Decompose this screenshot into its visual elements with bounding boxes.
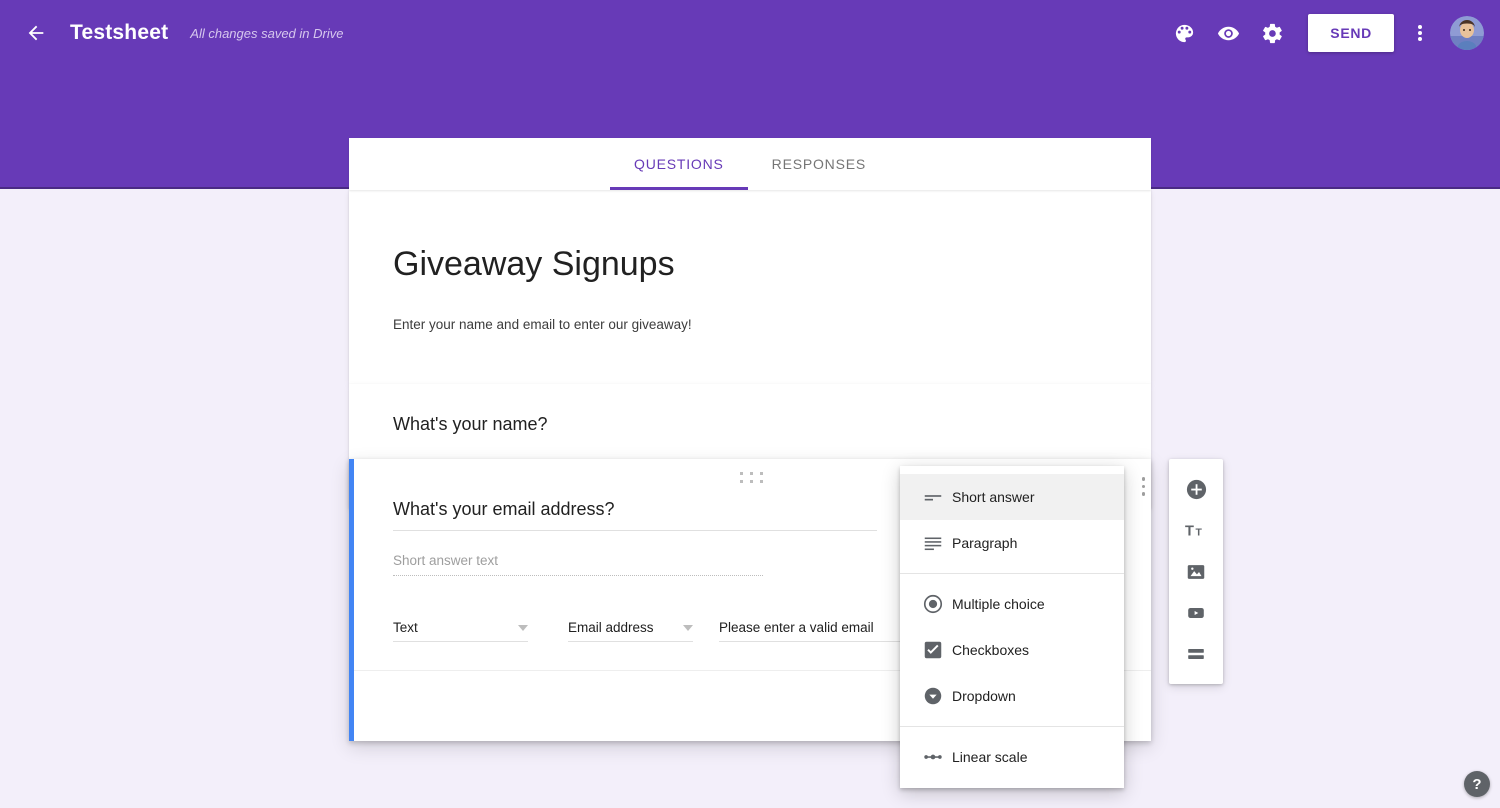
svg-text:T: T — [1195, 528, 1202, 539]
tab-responses-label: RESPONSES — [771, 156, 866, 172]
question-type-menu[interactable]: Short answer Paragraph Multiple choice C… — [900, 466, 1124, 788]
form-column: QUESTIONS RESPONSES Giveaway Signups Ent… — [349, 138, 1151, 509]
palette-icon — [1175, 24, 1193, 42]
menu-item-checkboxes-label: Checkboxes — [952, 642, 1030, 658]
tab-questions[interactable]: QUESTIONS — [610, 138, 748, 190]
question-2-answer-placeholder: Short answer text — [393, 553, 763, 576]
chevron-down-icon — [518, 624, 528, 631]
menu-item-short-answer[interactable]: Short answer — [900, 474, 1124, 520]
add-title-icon: T T — [1185, 524, 1202, 540]
user-avatar-image — [1450, 16, 1484, 50]
form-description[interactable]: Enter your name and email to enter our g… — [393, 317, 1107, 332]
validation-rule-type-select[interactable]: Text — [393, 620, 528, 642]
question-2-overflow-dots[interactable] — [1141, 475, 1145, 498]
preview-button[interactable] — [1206, 11, 1250, 55]
chevron-down-icon — [683, 624, 693, 631]
linear-scale-icon — [914, 746, 952, 768]
menu-item-multiple-choice[interactable]: Multiple choice — [900, 581, 1124, 627]
add-video-button[interactable] — [1175, 592, 1217, 633]
validation-rule-type-value: Text — [393, 620, 418, 635]
more-vertical-icon — [1418, 23, 1422, 43]
add-image-icon — [1187, 564, 1205, 579]
add-item-toolbar: T T — [1169, 459, 1223, 684]
menu-item-paragraph[interactable]: Paragraph — [900, 520, 1124, 566]
form-header-card[interactable]: Giveaway Signups Enter your name and ema… — [349, 190, 1151, 385]
question-2-title[interactable]: What's your email address? — [393, 499, 877, 531]
menu-item-short-answer-label: Short answer — [952, 489, 1035, 505]
radio-button-icon — [914, 593, 952, 615]
avatar[interactable] — [1450, 16, 1484, 50]
menu-item-dropdown[interactable]: Dropdown — [900, 673, 1124, 719]
menu-item-dropdown-label: Dropdown — [952, 688, 1016, 704]
save-status: All changes saved in Drive — [190, 25, 344, 41]
svg-text:T: T — [1185, 524, 1194, 540]
menu-item-linear-scale-label: Linear scale — [952, 749, 1028, 765]
tab-bar: QUESTIONS RESPONSES — [349, 138, 1151, 190]
add-question-icon — [1186, 479, 1206, 500]
tab-questions-label: QUESTIONS — [634, 156, 724, 172]
send-button[interactable]: SEND — [1308, 14, 1394, 52]
validation-condition-select[interactable]: Email address — [568, 620, 693, 642]
menu-divider-1 — [900, 573, 1124, 574]
tab-responses[interactable]: RESPONSES — [748, 138, 890, 190]
add-video-icon — [1188, 607, 1204, 618]
question-1-title[interactable]: What's your name? — [393, 414, 1107, 435]
gear-icon — [1262, 23, 1282, 43]
menu-divider-2 — [900, 726, 1124, 727]
add-section-button[interactable] — [1175, 633, 1217, 674]
dropdown-circle-icon — [914, 685, 952, 707]
short-answer-icon — [914, 486, 952, 508]
add-question-button[interactable] — [1175, 469, 1217, 510]
back-button[interactable] — [12, 9, 60, 57]
add-title-button[interactable]: T T — [1175, 510, 1217, 551]
menu-item-linear-scale[interactable]: Linear scale — [900, 734, 1124, 780]
back-arrow-icon — [28, 25, 44, 41]
form-title[interactable]: Giveaway Signups — [393, 245, 1107, 283]
help-button[interactable]: ? — [1464, 771, 1490, 797]
more-options-button[interactable] — [1400, 11, 1440, 55]
add-image-button[interactable] — [1175, 551, 1217, 592]
paragraph-icon — [914, 532, 952, 554]
menu-item-paragraph-label: Paragraph — [952, 535, 1018, 551]
settings-button[interactable] — [1250, 11, 1294, 55]
drag-handle-icon — [740, 472, 765, 483]
menu-item-multiple-choice-label: Multiple choice — [952, 596, 1045, 612]
eye-preview-icon — [1217, 26, 1239, 40]
menu-item-checkboxes[interactable]: Checkboxes — [900, 627, 1124, 673]
validation-condition-value: Email address — [568, 620, 654, 635]
checkbox-icon — [914, 639, 952, 661]
add-section-icon — [1188, 648, 1204, 659]
app-bar-row: Testsheet All changes saved in Drive SEN… — [0, 0, 1500, 66]
document-title[interactable]: Testsheet — [70, 21, 168, 45]
theme-button[interactable] — [1162, 11, 1206, 55]
